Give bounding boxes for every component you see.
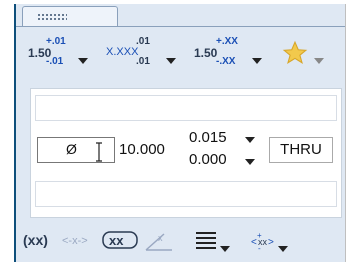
svg-text:(xx): (xx)	[23, 232, 48, 248]
format-toolbar: (xx) <-x-> xx x + < > xx -	[16, 222, 345, 258]
svg-text:<-x->: <-x->	[62, 235, 88, 247]
chevron-down-icon[interactable]	[278, 246, 288, 252]
upper-tolerance[interactable]: 0.015	[189, 129, 227, 146]
tol3-lower: -.XX	[216, 56, 236, 67]
tab-divider	[16, 26, 345, 27]
chevron-down-icon[interactable]	[78, 58, 88, 64]
chevron-down-icon[interactable]	[252, 58, 262, 64]
grip-handle-icon[interactable]	[37, 13, 67, 21]
favorites-button[interactable]	[278, 34, 338, 74]
panel-tab[interactable]	[22, 6, 118, 26]
tolerance-precision-button[interactable]: .01 X.XXX .01	[102, 34, 182, 74]
svg-text:<: <	[251, 237, 257, 248]
tolerance-symmetric-button[interactable]: +.01 1.50 -.01	[24, 34, 94, 74]
dimension-editor: Ø 10.000 0.015 0.000 THRU	[30, 88, 342, 218]
chevron-down-icon[interactable]	[314, 58, 324, 64]
svg-text:xx: xx	[109, 233, 124, 248]
basic-dimension-icon[interactable]: xx	[102, 230, 140, 250]
dimension-value: 10.000	[119, 141, 165, 158]
svg-text:>: >	[268, 237, 274, 248]
prefix-text-field[interactable]	[35, 95, 337, 121]
tol2-base: X.XXX	[106, 46, 139, 58]
tol3-upper: +.XX	[216, 36, 238, 47]
text-cursor-icon	[96, 142, 102, 162]
suffix-text-field[interactable]	[35, 181, 337, 207]
svg-text:-: -	[258, 244, 261, 252]
depth-field[interactable]: THRU	[269, 137, 333, 163]
svg-text:x: x	[158, 233, 163, 243]
star-icon	[282, 40, 308, 64]
inspection-icon[interactable]: x	[144, 230, 176, 252]
chevron-down-icon[interactable]	[245, 159, 255, 165]
parentheses-icon[interactable]: (xx)	[22, 230, 56, 250]
tol3-base: 1.50	[194, 46, 218, 60]
align-justify-icon[interactable]	[194, 230, 218, 250]
reference-arrows-icon[interactable]: <-x->	[60, 230, 94, 250]
dimension-value-box[interactable]: Ø	[37, 137, 115, 163]
chevron-down-icon[interactable]	[245, 137, 255, 143]
diameter-symbol: Ø	[66, 141, 77, 157]
tol2-lower: .01	[136, 56, 150, 67]
tolerance-toolbar: +.01 1.50 -.01 .01 X.XXX .01 +.XX 1.50 -…	[16, 30, 345, 84]
lower-tolerance[interactable]: 0.000	[189, 151, 227, 168]
chevron-down-icon[interactable]	[166, 58, 176, 64]
chevron-down-icon[interactable]	[220, 246, 230, 252]
tol1-lower: -.01	[46, 56, 64, 67]
dimension-panel: +.01 1.50 -.01 .01 X.XXX .01 +.XX 1.50 -…	[14, 4, 346, 262]
tolerance-deviation-button[interactable]: +.XX 1.50 -.XX	[190, 34, 270, 74]
tolerance-stack-icon[interactable]: + < > xx -	[248, 230, 278, 252]
